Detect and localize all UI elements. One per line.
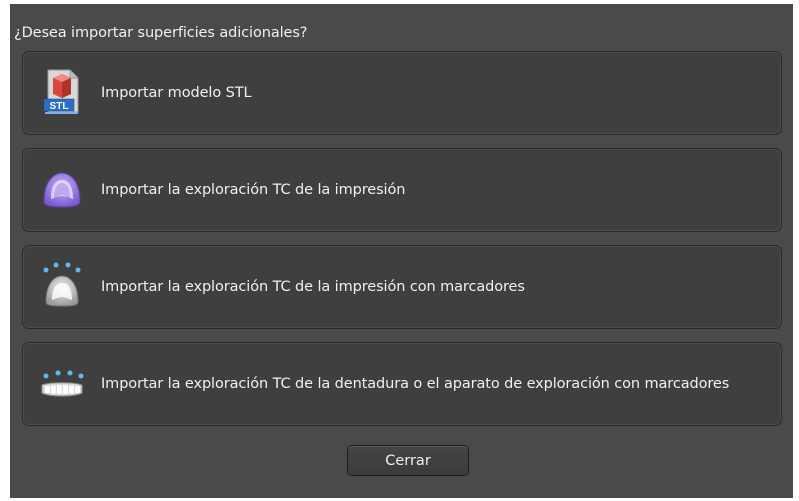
svg-text:STL: STL bbox=[50, 101, 69, 112]
import-impression-option[interactable]: Importar la exploración TC de la impresi… bbox=[22, 148, 782, 232]
import-stl-label: Importar modelo STL bbox=[101, 85, 252, 101]
impression-markers-icon bbox=[40, 262, 84, 310]
import-denture-markers-label: Importar la exploración TC de la dentadu… bbox=[101, 376, 730, 392]
denture-markers-icon bbox=[40, 359, 84, 407]
import-impression-label: Importar la exploración TC de la impresi… bbox=[101, 182, 406, 198]
impression-tray-icon bbox=[40, 165, 84, 213]
import-impression-markers-option[interactable]: Importar la exploración TC de la impresi… bbox=[22, 245, 782, 329]
import-denture-markers-option[interactable]: Importar la exploración TC de la dentadu… bbox=[22, 342, 782, 426]
import-impression-markers-label: Importar la exploración TC de la impresi… bbox=[101, 279, 525, 295]
dialog-question: ¿Desea importar superficies adicionales? bbox=[14, 25, 308, 41]
import-surfaces-dialog: ¿Desea importar superficies adicionales?… bbox=[10, 4, 793, 498]
import-stl-option[interactable]: STL Importar modelo STL bbox=[22, 51, 782, 135]
stl-file-icon: STL bbox=[40, 68, 84, 116]
close-button[interactable]: Cerrar bbox=[347, 445, 469, 476]
